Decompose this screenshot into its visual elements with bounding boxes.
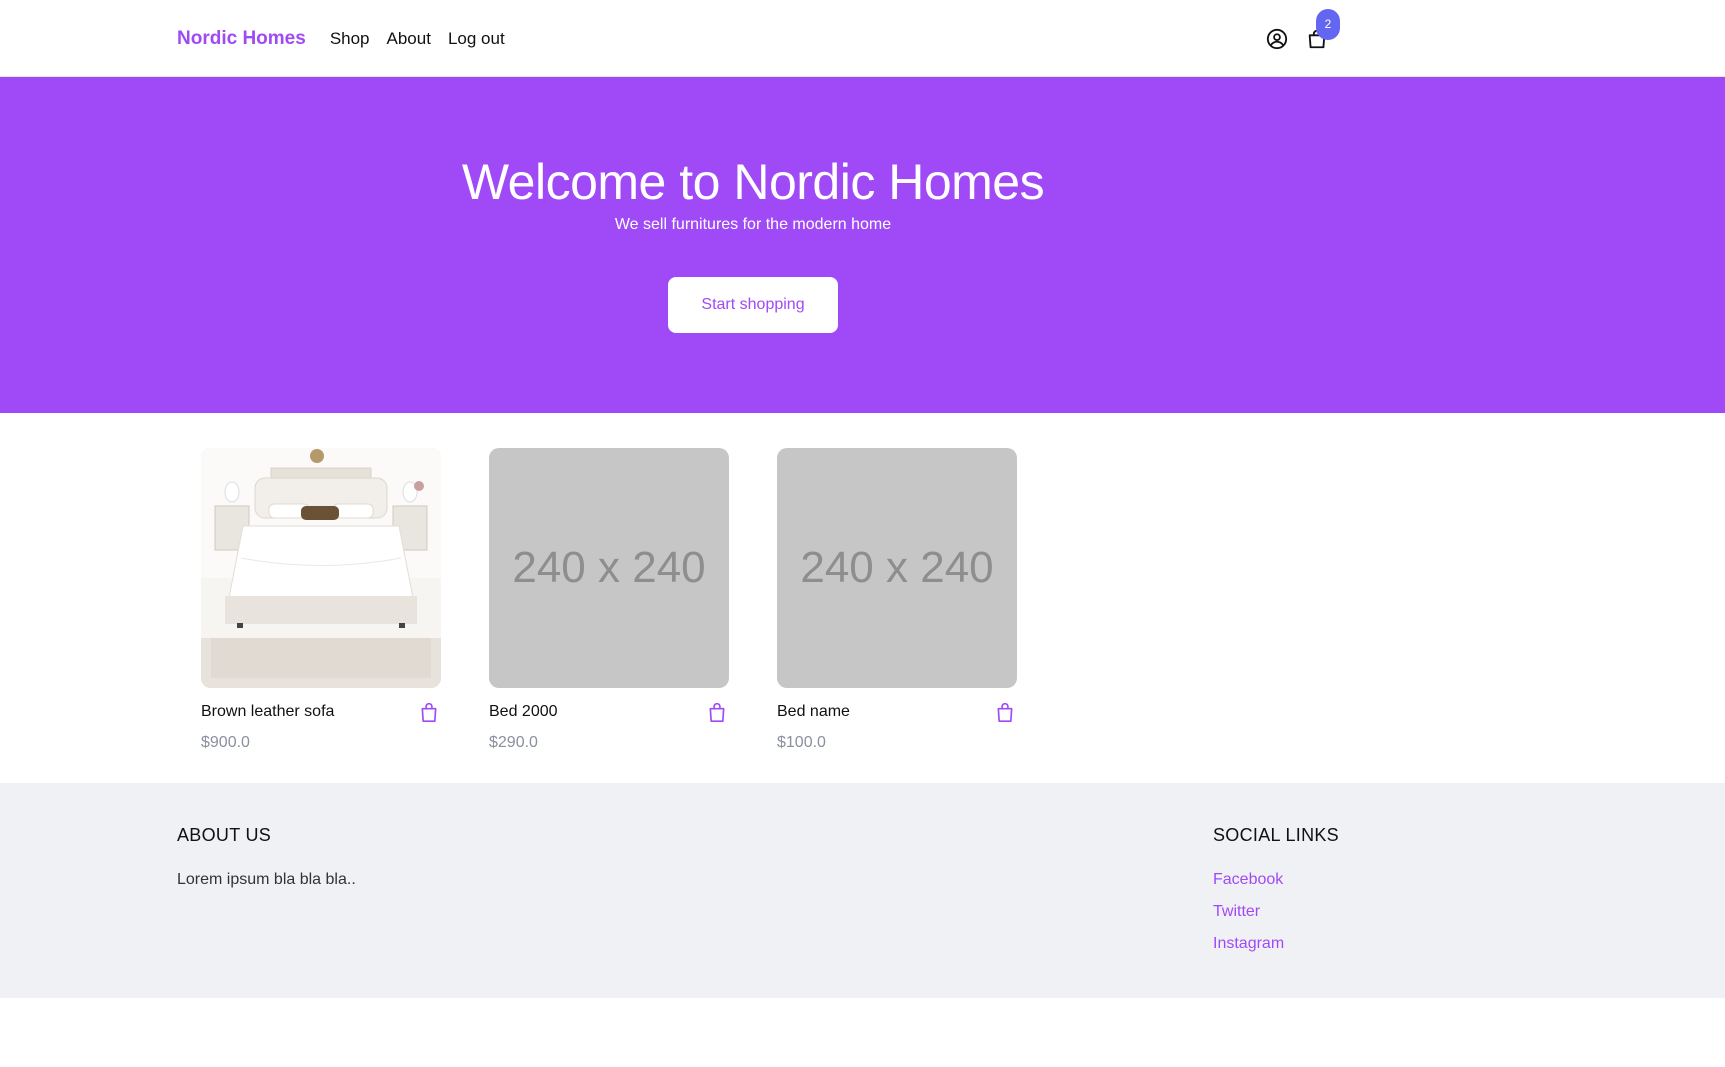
nav-right: 2 [1264, 0, 1340, 77]
product-price: $290.0 [489, 734, 538, 751]
hero-title: Welcome to Nordic Homes [461, 154, 1045, 210]
add-to-cart-button[interactable] [993, 700, 1017, 724]
product-image-placeholder[interactable]: 240 x 240 [489, 448, 729, 688]
shopping-bag-icon [421, 702, 437, 722]
product-price: $900.0 [201, 734, 250, 751]
product-card[interactable]: Brown leather sofa $900.0 [201, 448, 441, 752]
product-image[interactable] [201, 448, 441, 688]
footer-about: ABOUT US Lorem ipsum bla bla bla.. [177, 825, 356, 889]
add-to-cart-button[interactable] [417, 700, 441, 724]
nav-link-about[interactable]: About [387, 29, 431, 49]
account-button[interactable] [1264, 26, 1290, 52]
social-heading: SOCIAL LINKS [1213, 825, 1339, 845]
product-grid: Brown leather sofa $900.0 240 x 240 Bed … [0, 413, 1725, 783]
twitter-link[interactable]: Twitter [1213, 903, 1339, 921]
about-text: Lorem ipsum bla bla bla.. [177, 871, 356, 888]
product-info-row: Bed 2000 [489, 700, 729, 724]
cart-button[interactable]: 2 [1304, 8, 1340, 52]
product-info-row: Brown leather sofa [201, 700, 441, 724]
footer-social: SOCIAL LINKS Facebook Twitter Instagram [1213, 825, 1339, 967]
shopping-bag-icon [709, 702, 725, 722]
shopping-bag-icon [997, 702, 1013, 722]
facebook-link[interactable]: Facebook [1213, 871, 1339, 889]
start-shopping-button[interactable]: Start shopping [668, 277, 838, 333]
navbar: Nordic Homes Shop About Log out 2 [0, 0, 1725, 77]
add-to-cart-button[interactable] [705, 700, 729, 724]
nav-left: Nordic Homes Shop About Log out [177, 0, 522, 77]
instagram-link[interactable]: Instagram [1213, 935, 1339, 953]
product-card[interactable]: 240 x 240 Bed name $100.0 [777, 448, 1017, 752]
bed-photo [201, 448, 441, 688]
nav-link-shop[interactable]: Shop [330, 29, 370, 49]
cart-count-badge: 2 [1316, 8, 1340, 40]
product-name[interactable]: Bed name [777, 703, 850, 721]
hero-subtitle: We sell furnitures for the modern home [614, 216, 892, 233]
brand-logo-link[interactable]: Nordic Homes [177, 28, 306, 50]
nav-link-logout[interactable]: Log out [448, 29, 505, 49]
product-name[interactable]: Bed 2000 [489, 703, 558, 721]
footer: ABOUT US Lorem ipsum bla bla bla.. SOCIA… [0, 783, 1725, 998]
user-circle-icon [1266, 28, 1288, 49]
product-card[interactable]: 240 x 240 Bed 2000 $290.0 [489, 448, 729, 752]
product-image-placeholder[interactable]: 240 x 240 [777, 448, 1017, 688]
product-price: $100.0 [777, 734, 826, 751]
product-info-row: Bed name [777, 700, 1017, 724]
about-heading: ABOUT US [177, 825, 272, 845]
product-name[interactable]: Brown leather sofa [201, 703, 334, 721]
hero-banner: Welcome to Nordic Homes We sell furnitur… [0, 77, 1725, 413]
